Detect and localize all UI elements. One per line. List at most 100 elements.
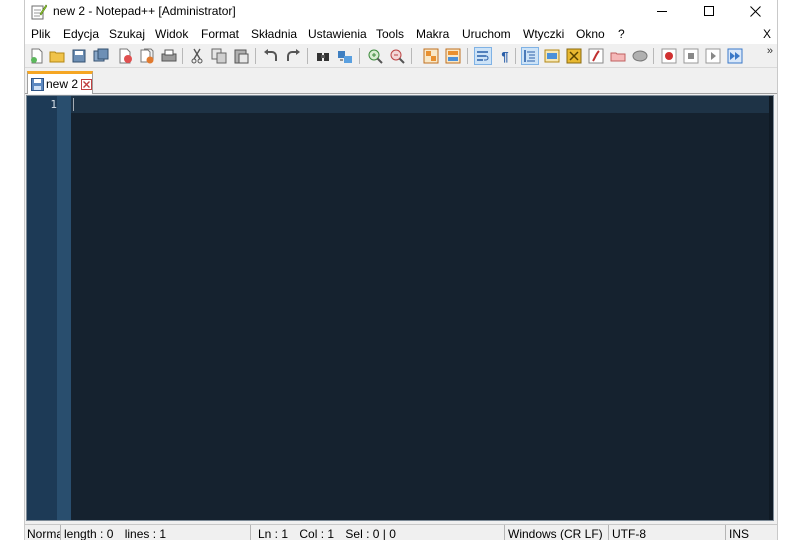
status-bar: Normal text file length : 0 lines : 1 Ln… <box>25 524 777 540</box>
document-map-icon <box>566 48 582 64</box>
menu-plik[interactable]: Plik <box>31 27 50 41</box>
close-icon <box>749 5 761 17</box>
sync-vertical-button[interactable] <box>422 47 440 65</box>
zoom-in-icon <box>368 49 383 64</box>
folder-as-workspace-button[interactable] <box>609 47 627 65</box>
status-position[interactable]: Ln : 1 Col : 1 Sel : 0 | 0 <box>252 525 505 540</box>
menu-format[interactable]: Format <box>201 27 239 41</box>
tab-bar: new 2 <box>25 70 777 94</box>
menu-edycja[interactable]: Edycja <box>63 27 99 41</box>
status-length-lines: length : 0 lines : 1 <box>62 525 251 540</box>
document-map-button[interactable] <box>565 47 583 65</box>
stop-macro-icon <box>683 48 699 64</box>
menu-help[interactable]: ? <box>618 27 625 41</box>
record-macro-icon <box>661 48 677 64</box>
cut-button[interactable] <box>188 47 206 65</box>
find-button[interactable] <box>314 47 332 65</box>
record-macro-button[interactable] <box>660 47 678 65</box>
zoom-in-button[interactable] <box>366 47 384 65</box>
print-icon <box>161 49 177 62</box>
close-all-icon <box>140 48 154 64</box>
menu-szukaj[interactable]: Szukaj <box>109 27 145 41</box>
menu-uruchom[interactable]: Uruchom <box>462 27 511 41</box>
text-caret <box>73 98 74 111</box>
redo-icon <box>287 49 300 61</box>
notepadpp-window: new 2 - Notepad++ [Administrator] Plik E… <box>24 0 778 540</box>
save-all-button[interactable] <box>92 47 110 65</box>
word-wrap-button[interactable] <box>474 47 492 65</box>
title-bar[interactable]: new 2 - Notepad++ [Administrator] <box>25 0 777 24</box>
sync-horizontal-button[interactable] <box>444 47 462 65</box>
toolbar-separator <box>653 48 654 64</box>
status-eol[interactable]: Windows (CR LF) <box>506 525 609 540</box>
paste-button[interactable] <box>232 47 250 65</box>
save-button[interactable] <box>70 47 88 65</box>
user-defined-language-button[interactable] <box>543 47 561 65</box>
copy-button[interactable] <box>210 47 228 65</box>
toolbar-separator <box>359 48 360 64</box>
tab-label: new 2 <box>46 77 79 91</box>
open-file-icon <box>49 51 65 63</box>
print-button[interactable] <box>160 47 178 65</box>
menu-bar: Plik Edycja Szukaj Widok Format Składnia… <box>25 24 777 44</box>
indent-guide-button[interactable] <box>521 47 539 65</box>
function-list-icon <box>588 48 604 64</box>
function-list-button[interactable] <box>587 47 605 65</box>
sync-vertical-icon <box>423 48 439 64</box>
stop-macro-button[interactable] <box>682 47 700 65</box>
user-defined-language-icon <box>544 49 560 63</box>
menu-makra[interactable]: Makra <box>416 27 449 41</box>
notepad-icon <box>31 3 48 20</box>
menu-okno[interactable]: Okno <box>576 27 605 41</box>
save-icon <box>31 77 44 91</box>
menu-widok[interactable]: Widok <box>155 27 188 41</box>
status-encoding[interactable]: UTF-8 <box>610 525 726 540</box>
show-all-chars-button[interactable]: ¶ <box>496 47 514 65</box>
new-file-icon <box>31 48 43 64</box>
tab-new-2[interactable]: new 2 <box>27 71 93 94</box>
menu-wtyczki[interactable]: Wtyczki <box>523 27 564 41</box>
undo-icon <box>264 49 277 61</box>
status-length: length : 0 <box>64 527 114 540</box>
close-file-button[interactable] <box>116 47 134 65</box>
close-all-button[interactable] <box>138 47 156 65</box>
toolbar-separator <box>182 48 183 64</box>
zoom-out-icon <box>390 49 405 64</box>
maximize-button[interactable] <box>686 0 732 22</box>
editor-edge <box>769 96 773 520</box>
toolbar-separator <box>255 48 256 64</box>
maximize-icon <box>704 6 714 16</box>
menu-ustawienia[interactable]: Ustawienia <box>308 27 367 41</box>
minimize-button[interactable] <box>639 0 685 22</box>
toolbar-overflow-chevron-icon[interactable]: » <box>767 45 773 57</box>
new-file-button[interactable] <box>28 47 46 65</box>
open-file-button[interactable] <box>48 47 66 65</box>
menu-tools[interactable]: Tools <box>376 27 404 41</box>
zoom-out-button[interactable] <box>388 47 406 65</box>
status-doc-type: Normal text file <box>25 525 61 540</box>
replace-button[interactable] <box>336 47 354 65</box>
close-file-icon <box>119 48 132 64</box>
replace-icon <box>338 51 352 63</box>
monitoring-button[interactable] <box>631 47 649 65</box>
toolbar-separator <box>515 48 516 64</box>
word-wrap-icon <box>477 51 489 61</box>
status-insert-mode[interactable]: INS <box>727 525 777 540</box>
editor-area[interactable]: 1 <box>26 95 774 521</box>
find-icon <box>317 53 329 61</box>
run-macro-multiple-button[interactable] <box>726 47 744 65</box>
fold-margin[interactable] <box>57 96 71 520</box>
undo-button[interactable] <box>262 47 280 65</box>
save-icon <box>72 49 86 63</box>
tab-close-icon[interactable] <box>81 78 93 90</box>
play-macro-button[interactable] <box>704 47 722 65</box>
run-macro-multiple-icon <box>727 48 743 64</box>
close-document-button[interactable]: X <box>763 27 771 41</box>
status-lines: lines : 1 <box>124 527 167 540</box>
copy-icon <box>211 48 227 64</box>
menu-skladnia[interactable]: Składnia <box>251 27 297 41</box>
toolbar-separator <box>307 48 308 64</box>
redo-button[interactable] <box>284 47 302 65</box>
status-ln: Ln : 1 <box>258 527 289 540</box>
close-button[interactable] <box>732 0 778 22</box>
